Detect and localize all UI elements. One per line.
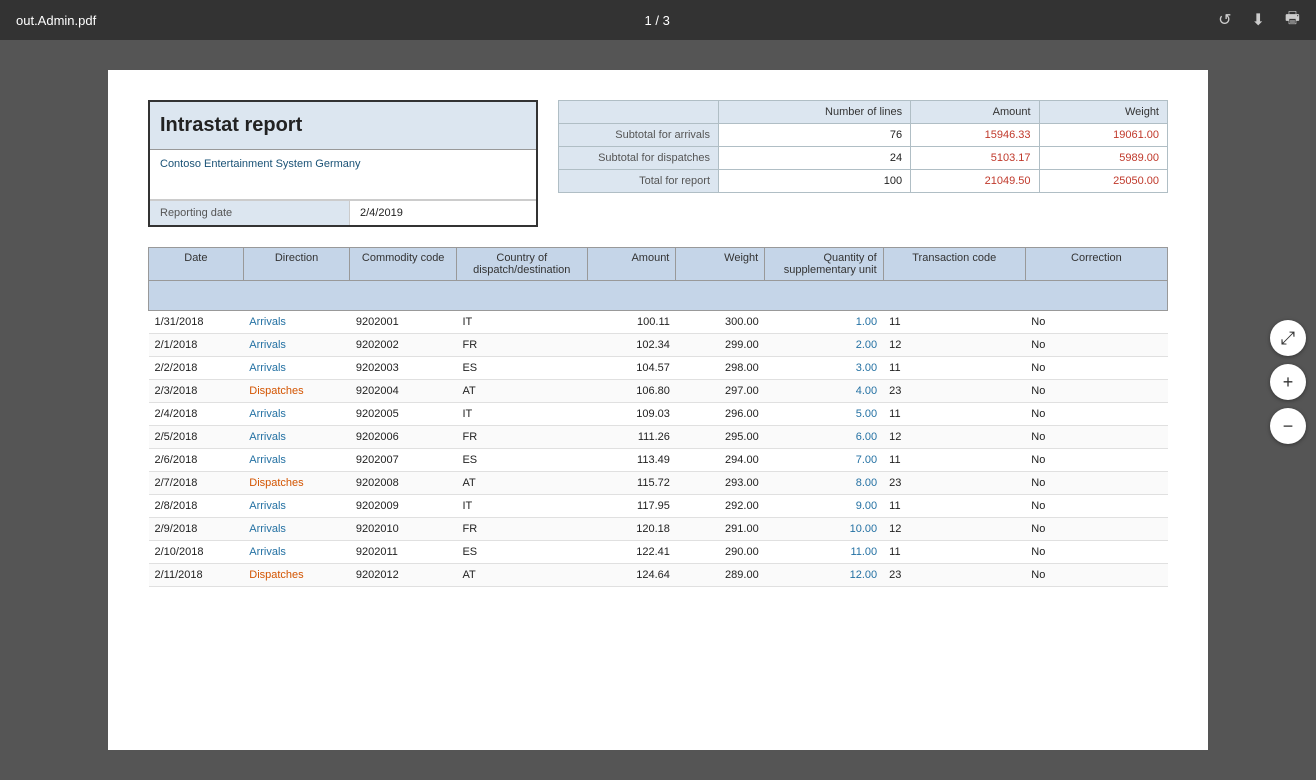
- th-country: Country of dispatch/destination: [456, 248, 587, 281]
- table-row: 2/9/2018 Arrivals 9202010 FR 120.18 291.…: [149, 518, 1168, 541]
- table-row: 2/6/2018 Arrivals 9202007 ES 113.49 294.…: [149, 449, 1168, 472]
- summary-table-container: Number of lines Amount Weight Subtotal f…: [558, 100, 1168, 227]
- summary-header-amount: Amount: [911, 101, 1039, 124]
- date-value: 2/4/2019: [350, 201, 413, 225]
- table-row: 2/5/2018 Arrivals 9202006 FR 111.26 295.…: [149, 426, 1168, 449]
- table-row: 2/3/2018 Dispatches 9202004 AT 106.80 29…: [149, 380, 1168, 403]
- download-icon[interactable]: ⬇: [1251, 10, 1264, 30]
- print-icon[interactable]: 🖶: [1285, 7, 1300, 34]
- page-wrapper: Intrastat report Contoso Entertainment S…: [0, 40, 1316, 780]
- th-direction: Direction: [243, 248, 350, 281]
- summary-row: Subtotal for dispatches 24 5103.17 5989.…: [559, 147, 1168, 170]
- table-row: 2/1/2018 Arrivals 9202002 FR 102.34 299.…: [149, 334, 1168, 357]
- summary-header-weight: Weight: [1039, 101, 1167, 124]
- summary-row: Subtotal for arrivals 76 15946.33 19061.…: [559, 124, 1168, 147]
- summary-row: Total for report 100 21049.50 25050.00: [559, 170, 1168, 193]
- company-name: Contoso Entertainment System Germany: [150, 150, 536, 200]
- table-row: 2/11/2018 Dispatches 9202012 AT 124.64 2…: [149, 564, 1168, 587]
- header-left: Intrastat report Contoso Entertainment S…: [148, 100, 538, 227]
- th-qty: Quantity of supplementary unit: [765, 248, 883, 281]
- zoom-in-button[interactable]: +: [1270, 364, 1306, 400]
- filename-label: out.Admin.pdf: [16, 13, 96, 28]
- report-title: Intrastat report: [150, 102, 536, 150]
- report-header: Intrastat report Contoso Entertainment S…: [148, 100, 1168, 227]
- toolbar-actions: ↺ ⬇ 🖶: [1218, 7, 1300, 34]
- th-weight: Weight: [676, 248, 765, 281]
- data-table: Date Direction Commodity code Country of…: [148, 247, 1168, 587]
- th-amount: Amount: [587, 248, 676, 281]
- table-row: 2/8/2018 Arrivals 9202009 IT 117.95 292.…: [149, 495, 1168, 518]
- expand-button[interactable]: ⤢: [1270, 320, 1306, 356]
- zoom-controls: ⤢ + −: [1270, 320, 1306, 444]
- th-correction: Correction: [1025, 248, 1167, 281]
- table-header-row: Date Direction Commodity code Country of…: [149, 248, 1168, 281]
- page-info: 1 / 3: [645, 13, 670, 28]
- date-row: Reporting date 2/4/2019: [150, 200, 536, 225]
- table-row: 2/2/2018 Arrivals 9202003 ES 104.57 298.…: [149, 357, 1168, 380]
- table-row: 1/31/2018 Arrivals 9202001 IT 100.11 300…: [149, 311, 1168, 334]
- table-row: 2/10/2018 Arrivals 9202011 ES 122.41 290…: [149, 541, 1168, 564]
- th-date: Date: [149, 248, 244, 281]
- refresh-icon[interactable]: ↺: [1218, 10, 1231, 30]
- th-transaction: Transaction code: [883, 248, 1025, 281]
- date-label: Reporting date: [150, 201, 350, 225]
- zoom-out-button[interactable]: −: [1270, 408, 1306, 444]
- table-row: 2/4/2018 Arrivals 9202005 IT 109.03 296.…: [149, 403, 1168, 426]
- table-row: 2/7/2018 Dispatches 9202008 AT 115.72 29…: [149, 472, 1168, 495]
- summary-header-lines: Number of lines: [719, 101, 911, 124]
- summary-table: Number of lines Amount Weight Subtotal f…: [558, 100, 1168, 193]
- pdf-page: Intrastat report Contoso Entertainment S…: [108, 70, 1208, 750]
- th-commodity: Commodity code: [350, 248, 457, 281]
- toolbar: out.Admin.pdf 1 / 3 ↺ ⬇ 🖶: [0, 0, 1316, 40]
